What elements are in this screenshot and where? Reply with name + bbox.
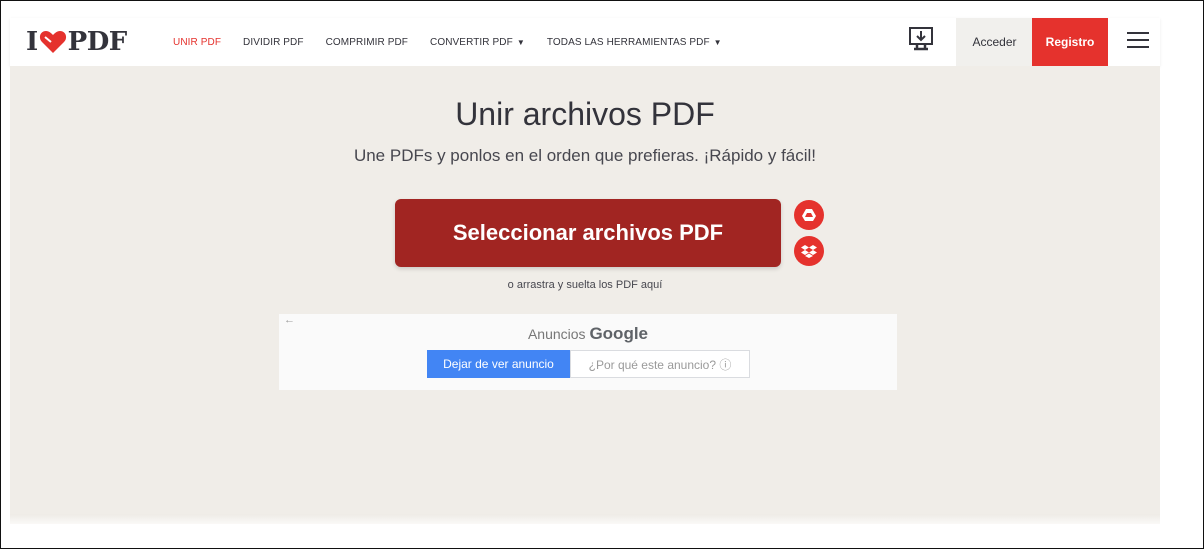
- nav-todas-herramientas[interactable]: TODAS LAS HERRAMIENTAS PDF ▼: [547, 37, 722, 48]
- page-title: Unir archivos PDF: [455, 96, 715, 132]
- nav-comprimir-pdf[interactable]: COMPRIMIR PDF: [326, 37, 408, 48]
- desktop-download-icon[interactable]: [908, 26, 934, 54]
- menu-bar: [1127, 32, 1149, 34]
- hamburger-menu-icon[interactable]: [1127, 32, 1149, 50]
- nav-convertir-pdf[interactable]: CONVERTIR PDF ▼: [430, 37, 525, 48]
- google-drive-button[interactable]: [794, 200, 824, 230]
- footer-divider: [10, 514, 1160, 524]
- nav-label: UNIR PDF: [173, 36, 222, 48]
- logo-text-pdf: PDF: [67, 27, 128, 57]
- ad-label-brand: Google: [589, 324, 649, 343]
- page-subtitle: Une PDFs y ponlos en el orden que prefie…: [353, 146, 817, 165]
- top-header: I PDF UNIR PDF DIVIDIR PDF COMPRIMIR PDF…: [10, 18, 1160, 66]
- google-ad-panel: ← Anuncios Google Dejar de ver anuncio ¿…: [279, 314, 897, 390]
- main-nav: UNIR PDF DIVIDIR PDF COMPRIMIR PDF CONVE…: [173, 18, 744, 66]
- ad-label: Anuncios Google: [279, 324, 897, 344]
- nav-label: COMPRIMIR PDF: [325, 36, 409, 48]
- nav-unir-pdf[interactable]: UNIR PDF: [173, 37, 221, 48]
- why-ad-label: ¿Por qué este anuncio? ⓘ: [588, 357, 732, 372]
- stop-seeing-ad-button[interactable]: Dejar de ver anuncio: [427, 350, 570, 378]
- nav-label: TODAS LAS HERRAMIENTAS PDF: [546, 36, 710, 48]
- drag-drop-hint: o arrastra y suelta los PDF aquí: [507, 279, 663, 291]
- heart-icon: [39, 31, 66, 53]
- menu-bar: [1127, 39, 1149, 41]
- google-drive-icon: [802, 209, 816, 221]
- select-button-label: Seleccionar archivos PDF: [452, 220, 724, 245]
- caret-down-icon: ▼: [713, 37, 722, 47]
- ad-label-prefix: Anuncios: [527, 326, 586, 342]
- select-pdf-files-button[interactable]: Seleccionar archivos PDF: [395, 199, 781, 267]
- register-button[interactable]: Registro: [1032, 18, 1108, 66]
- why-this-ad-button[interactable]: ¿Por qué este anuncio? ⓘ: [570, 350, 750, 378]
- dropbox-icon: [801, 245, 817, 258]
- nav-label: CONVERTIR PDF: [430, 36, 513, 48]
- logo-text-i: I: [26, 27, 38, 57]
- nav-dividir-pdf[interactable]: DIVIDIR PDF: [243, 37, 304, 48]
- caret-down-icon: ▼: [516, 37, 525, 47]
- register-label: Registro: [1045, 35, 1095, 49]
- dropbox-button[interactable]: [794, 236, 824, 266]
- menu-bar: [1127, 46, 1149, 48]
- merge-hero: Unir archivos PDF Une PDFs y ponlos en e…: [10, 66, 1160, 514]
- login-label: Acceder: [972, 35, 1017, 49]
- login-button[interactable]: Acceder: [956, 18, 1033, 66]
- ilovepdf-logo[interactable]: I PDF: [26, 27, 127, 57]
- stop-ad-label: Dejar de ver anuncio: [443, 357, 554, 371]
- nav-label: DIVIDIR PDF: [243, 36, 304, 48]
